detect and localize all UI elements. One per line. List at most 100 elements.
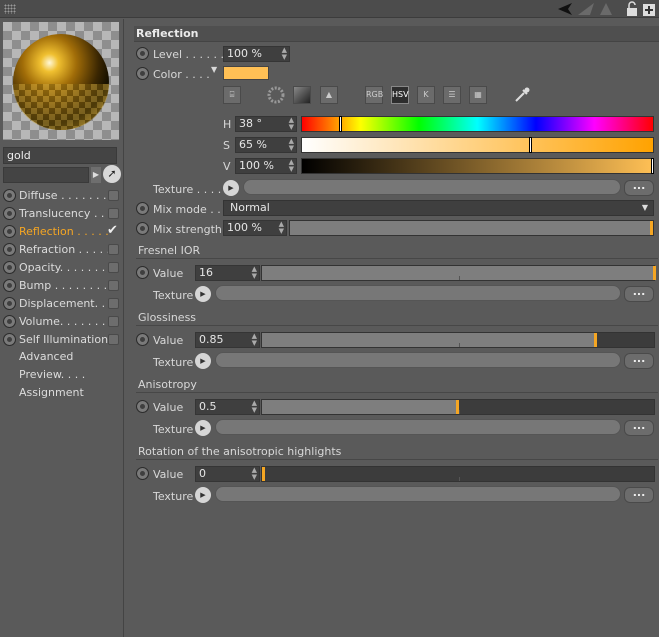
channel-item[interactable]: Diffuse . . . . . . . . <box>0 187 124 205</box>
texture-slot[interactable] <box>215 486 621 502</box>
level-input[interactable]: 100 % ▲ ▼ <box>223 46 290 62</box>
mixstrength-input[interactable]: 100 % ▲ ▼ <box>223 220 287 236</box>
channel-checkbox[interactable] <box>108 244 119 255</box>
hsv-mode-button[interactable]: HSV <box>391 86 409 104</box>
spinner-icon[interactable]: ▲ ▼ <box>252 467 257 481</box>
channel-item[interactable]: Volume. . . . . . . . <box>0 313 124 331</box>
rgb-mode-button[interactable]: RGB <box>365 86 383 104</box>
value-input[interactable]: 0 ▲ ▼ <box>195 466 260 482</box>
channel-checkbox[interactable] <box>108 334 119 345</box>
color-wheel-mode-icon[interactable]: ⌸ <box>223 86 241 104</box>
preview-item[interactable]: Preview. . . . <box>19 368 85 381</box>
value-marker[interactable] <box>651 158 654 174</box>
channel-animate-radio[interactable] <box>3 333 16 346</box>
channel-animate-radio[interactable] <box>3 225 16 238</box>
channel-checkbox[interactable] <box>108 280 119 291</box>
color-expand-icon[interactable]: ▼ <box>211 65 217 74</box>
spinner-icon[interactable]: ▲ ▼ <box>252 266 257 280</box>
color-swatch[interactable] <box>223 66 269 80</box>
spinner-icon[interactable]: ▲ ▼ <box>289 138 294 152</box>
texture-slot[interactable] <box>215 352 621 368</box>
value-slider[interactable] <box>261 265 656 281</box>
texture-slot[interactable] <box>215 285 621 301</box>
channel-item[interactable]: Opacity. . . . . . . . <box>0 259 124 277</box>
texture-browse-button[interactable]: ... <box>624 487 654 503</box>
channel-checkbox[interactable] <box>108 190 119 201</box>
color-spectrum-icon[interactable] <box>267 86 285 104</box>
saturation-slider[interactable] <box>301 137 654 153</box>
texture-browse-button[interactable]: ... <box>624 180 654 196</box>
texture-browse-button[interactable]: ... <box>624 353 654 369</box>
channel-animate-radio[interactable] <box>3 207 16 220</box>
texture-menu-button[interactable]: ▶ <box>195 286 211 302</box>
pick-cursor-button[interactable]: ➚ <box>103 165 121 183</box>
channel-item[interactable]: Self Illumination <box>0 331 124 349</box>
slider-knob[interactable] <box>262 467 265 481</box>
channel-animate-radio[interactable] <box>3 189 16 202</box>
spinner-icon[interactable]: ▲ ▼ <box>282 47 287 61</box>
channel-animate-radio[interactable] <box>3 243 16 256</box>
texture-menu-button[interactable]: ▶ <box>223 180 239 196</box>
material-link-field[interactable] <box>3 167 89 183</box>
kelvin-mode-button[interactable]: K <box>417 86 435 104</box>
texture-menu-button[interactable]: ▶ <box>195 420 211 436</box>
picture-icon[interactable]: ▲ <box>320 86 338 104</box>
value-slider[interactable] <box>301 158 654 174</box>
channel-checkbox[interactable] <box>108 298 119 309</box>
channel-checkbox[interactable] <box>108 316 119 327</box>
value-slider[interactable] <box>261 466 655 482</box>
swatches-icon[interactable]: ▦ <box>469 86 487 104</box>
advanced-item[interactable]: Advanced <box>19 350 73 363</box>
mixmode-animate-radio[interactable] <box>136 202 149 215</box>
material-preview[interactable] <box>3 22 119 140</box>
saturation-marker[interactable] <box>529 137 532 153</box>
mixmode-select[interactable]: Normal ▼ <box>223 200 654 216</box>
value-input[interactable]: 100 % ▲ ▼ <box>235 158 297 174</box>
lock-icon[interactable] <box>625 1 639 17</box>
texture-browse-button[interactable]: ... <box>624 420 654 436</box>
spinner-icon[interactable]: ▲ ▼ <box>289 159 294 173</box>
channel-item[interactable]: Bump . . . . . . . . . <box>0 277 124 295</box>
channel-checkbox[interactable] <box>108 208 119 219</box>
slider-knob[interactable] <box>594 333 597 347</box>
spinner-icon[interactable]: ▲ ▼ <box>252 333 257 347</box>
channel-animate-radio[interactable] <box>3 279 16 292</box>
mixstrength-animate-radio[interactable] <box>136 222 149 235</box>
value-input[interactable]: 16 ▲ ▼ <box>195 265 260 281</box>
hue-input[interactable]: 38 ° ▲ ▼ <box>235 116 297 132</box>
eyedropper-icon[interactable] <box>513 86 531 104</box>
channel-item[interactable]: Refraction . . . . . <box>0 241 124 259</box>
slider-knob[interactable] <box>650 221 653 235</box>
value-input[interactable]: 0.5 ▲ ▼ <box>195 399 260 415</box>
channel-animate-radio[interactable] <box>3 261 16 274</box>
spinner-icon[interactable]: ▲ ▼ <box>289 117 294 131</box>
channel-item[interactable]: Displacement. . . <box>0 295 124 313</box>
new-panel-icon[interactable] <box>642 1 656 17</box>
texture-browse-button[interactable]: ... <box>624 286 654 302</box>
channel-animate-radio[interactable] <box>3 297 16 310</box>
value-animate-radio[interactable] <box>136 400 149 413</box>
color-gradient-icon[interactable] <box>293 86 311 104</box>
navigation-arrows-icon[interactable] <box>556 2 616 16</box>
mixstrength-slider[interactable] <box>289 220 654 236</box>
value-animate-radio[interactable] <box>136 467 149 480</box>
color-mixer-icon[interactable]: ☰ <box>443 86 461 104</box>
hue-marker[interactable] <box>339 116 342 132</box>
texture-menu-button[interactable]: ▶ <box>195 353 211 369</box>
value-slider[interactable] <box>261 332 655 348</box>
value-animate-radio[interactable] <box>136 333 149 346</box>
channel-animate-radio[interactable] <box>3 315 16 328</box>
saturation-input[interactable]: 65 % ▲ ▼ <box>235 137 297 153</box>
value-slider[interactable] <box>261 399 655 415</box>
texture-menu-button[interactable]: ▶ <box>195 487 211 503</box>
hue-slider[interactable] <box>301 116 654 132</box>
color-animate-radio[interactable] <box>136 67 149 80</box>
channel-item[interactable]: Translucency . . . <box>0 205 124 223</box>
texture-slot[interactable] <box>243 179 621 195</box>
level-animate-radio[interactable] <box>136 47 149 60</box>
material-name[interactable]: gold <box>3 147 117 164</box>
channel-item[interactable]: Reflection . . . . . ✔ <box>0 223 124 241</box>
slider-knob[interactable] <box>653 266 656 280</box>
channel-checkbox[interactable] <box>108 262 119 273</box>
grip-icon[interactable] <box>4 4 16 14</box>
